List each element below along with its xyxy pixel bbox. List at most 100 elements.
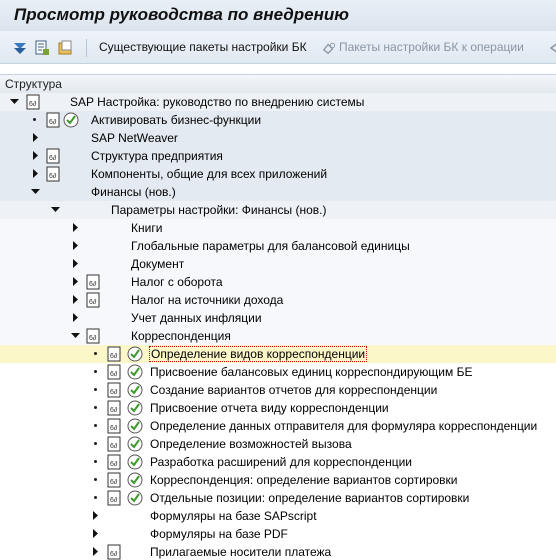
tree-node[interactable]: 6∂ Активировать бизнес-функции bbox=[0, 111, 556, 129]
tree-node[interactable]: 6∂ Прилагаемые носители платежа bbox=[0, 543, 556, 560]
collapsed-arrow-icon[interactable] bbox=[91, 529, 100, 538]
tree-node-label[interactable]: Определение возможностей вызова bbox=[150, 437, 352, 451]
tree-node[interactable]: 6∂ Присвоение балансовых единиц корреспо… bbox=[0, 363, 556, 381]
execute-check-icon[interactable] bbox=[127, 436, 143, 452]
collapsed-arrow-icon[interactable] bbox=[31, 169, 40, 178]
documentation-icon[interactable] bbox=[58, 40, 74, 56]
documentation-doc-icon[interactable]: 6∂ bbox=[107, 436, 121, 452]
documentation-doc-icon[interactable]: 6∂ bbox=[86, 328, 100, 344]
find-icon[interactable] bbox=[34, 40, 50, 56]
tree-node-label[interactable]: Компоненты, общие для всех приложений bbox=[91, 167, 327, 181]
tree-node-label[interactable]: Отдельные позиции: определение вариантов… bbox=[150, 491, 469, 505]
tree-node-label[interactable]: Документ bbox=[131, 257, 184, 271]
collapsed-arrow-icon[interactable] bbox=[91, 511, 100, 520]
execute-check-icon[interactable] bbox=[127, 346, 143, 362]
documentation-doc-icon[interactable]: 6∂ bbox=[107, 418, 121, 434]
execute-check-icon[interactable] bbox=[127, 490, 143, 506]
tree-node[interactable]: Формуляры на базе SAPscript bbox=[0, 507, 556, 525]
tree-node[interactable]: 6∂ Создание вариантов отчетов для коррес… bbox=[0, 381, 556, 399]
expanded-arrow-icon[interactable] bbox=[51, 205, 60, 214]
tree-node[interactable]: 6∂ Налог на источники дохода bbox=[0, 291, 556, 309]
documentation-doc-icon[interactable]: 6∂ bbox=[86, 274, 100, 290]
execute-check-icon[interactable] bbox=[127, 454, 143, 470]
tree-node-label[interactable]: Книги bbox=[131, 221, 162, 235]
bc-sets-to-operation-button[interactable]: Пакеты настройки БК к операции bbox=[339, 40, 524, 54]
documentation-doc-icon[interactable]: 6∂ bbox=[46, 112, 60, 128]
documentation-doc-icon[interactable]: 6∂ bbox=[107, 472, 121, 488]
tree-node-label[interactable]: Параметры настройки: Финансы (нов.) bbox=[111, 203, 326, 217]
documentation-doc-icon[interactable]: 6∂ bbox=[107, 490, 121, 506]
tree-node-label[interactable]: Формуляры на базе SAPscript bbox=[150, 509, 317, 523]
tree-node-label[interactable]: Глобальные параметры для балансовой един… bbox=[131, 239, 410, 253]
tree-node[interactable]: SAP NetWeaver bbox=[0, 129, 556, 147]
tree-node[interactable]: Глобальные параметры для балансовой един… bbox=[0, 237, 556, 255]
tree-node[interactable]: Формуляры на базе PDF bbox=[0, 525, 556, 543]
expand-subtree-icon[interactable] bbox=[12, 40, 28, 56]
existing-bc-sets-button[interactable]: Существующие пакеты настройки БК bbox=[99, 40, 307, 54]
tree-node-label[interactable]: Налог с оборота bbox=[131, 275, 223, 289]
tree-node[interactable]: 6∂ SAP Настройка: руководство по внедрен… bbox=[0, 93, 556, 111]
tree-node-label[interactable]: Формуляры на базе PDF bbox=[150, 527, 288, 541]
execute-check-icon[interactable] bbox=[127, 400, 143, 416]
tree-node-label[interactable]: Активировать бизнес-функции bbox=[91, 113, 261, 127]
tree-node-label[interactable]: Определение данных отправителя для форму… bbox=[150, 419, 537, 433]
execute-check-icon[interactable] bbox=[127, 364, 143, 380]
tree-node[interactable]: Параметры настройки: Финансы (нов.) bbox=[0, 201, 556, 219]
collapsed-arrow-icon[interactable] bbox=[71, 313, 80, 322]
documentation-doc-icon[interactable]: 6∂ bbox=[107, 382, 121, 398]
tree-node[interactable]: 6∂ Определение данных отправителя для фо… bbox=[0, 417, 556, 435]
tree-node-label[interactable]: Определение видов корреспонденции bbox=[148, 346, 368, 362]
documentation-doc-icon[interactable]: 6∂ bbox=[86, 292, 100, 308]
expanded-arrow-icon[interactable] bbox=[71, 331, 80, 340]
documentation-doc-icon[interactable]: 6∂ bbox=[107, 544, 121, 560]
tree-node-label[interactable]: Создание вариантов отчетов для корреспон… bbox=[150, 383, 437, 397]
execute-check-icon[interactable] bbox=[127, 382, 143, 398]
tree-node-selected[interactable]: 6∂ Определение видов корреспонденции bbox=[0, 345, 556, 363]
tree-node[interactable]: 6∂ Отдельные позиции: определение вариан… bbox=[0, 489, 556, 507]
collapsed-arrow-icon[interactable] bbox=[91, 547, 100, 556]
tree-node-label[interactable]: Корреспонденция: определение вариантов с… bbox=[150, 473, 458, 487]
tree-node[interactable]: Финансы (нов.) bbox=[0, 183, 556, 201]
documentation-doc-icon[interactable]: 6∂ bbox=[107, 400, 121, 416]
tree-node[interactable]: 6∂ Разработка расширений для корреспонде… bbox=[0, 453, 556, 471]
collapsed-arrow-icon[interactable] bbox=[71, 277, 80, 286]
tree-node-label[interactable]: Налог на источники дохода bbox=[131, 293, 283, 307]
tree-node-label[interactable]: SAP NetWeaver bbox=[91, 131, 178, 145]
documentation-doc-icon[interactable]: 6∂ bbox=[46, 166, 60, 182]
tree-node[interactable]: Книги bbox=[0, 219, 556, 237]
collapsed-arrow-icon[interactable] bbox=[71, 223, 80, 232]
execute-check-icon[interactable] bbox=[63, 112, 79, 128]
tree-node[interactable]: 6∂ Налог с оборота bbox=[0, 273, 556, 291]
collapsed-arrow-icon[interactable] bbox=[31, 151, 40, 160]
tree-node[interactable]: 6∂ Структура предприятия bbox=[0, 147, 556, 165]
tree-node[interactable]: 6∂ Компоненты, общие для всех приложений bbox=[0, 165, 556, 183]
tree-node-label[interactable]: Учет данных инфляции bbox=[131, 311, 262, 325]
documentation-doc-icon[interactable]: 6∂ bbox=[107, 454, 121, 470]
collapsed-arrow-icon[interactable] bbox=[31, 133, 40, 142]
structure-tree[interactable]: 6∂ SAP Настройка: руководство по внедрен… bbox=[0, 93, 556, 560]
documentation-doc-icon[interactable]: 6∂ bbox=[107, 364, 121, 380]
tree-node[interactable]: Документ bbox=[0, 255, 556, 273]
more-icon[interactable] bbox=[548, 41, 556, 55]
tree-node-label[interactable]: Присвоение отчета виду корреспонденции bbox=[150, 401, 389, 415]
collapsed-arrow-icon[interactable] bbox=[71, 241, 80, 250]
execute-check-icon[interactable] bbox=[127, 472, 143, 488]
tree-node-label[interactable]: SAP Настройка: руководство по внедрению … bbox=[70, 95, 364, 109]
tree-node[interactable]: 6∂ Присвоение отчета виду корреспонденци… bbox=[0, 399, 556, 417]
expanded-arrow-icon[interactable] bbox=[10, 97, 19, 106]
tree-node-label[interactable]: Структура предприятия bbox=[91, 149, 223, 163]
documentation-doc-icon[interactable]: 6∂ bbox=[26, 94, 40, 110]
tree-node[interactable]: 6∂ Корреспонденция bbox=[0, 327, 556, 345]
documentation-doc-icon[interactable]: 6∂ bbox=[46, 148, 60, 164]
tree-node[interactable]: 6∂ Корреспонденция: определение варианто… bbox=[0, 471, 556, 489]
tree-node-label[interactable]: Прилагаемые носители платежа bbox=[150, 545, 331, 559]
tree-node-label[interactable]: Финансы (нов.) bbox=[91, 185, 176, 199]
expanded-arrow-icon[interactable] bbox=[31, 187, 40, 196]
collapsed-arrow-icon[interactable] bbox=[71, 259, 80, 268]
execute-check-icon[interactable] bbox=[127, 418, 143, 434]
collapsed-arrow-icon[interactable] bbox=[71, 295, 80, 304]
tree-node[interactable]: Учет данных инфляции bbox=[0, 309, 556, 327]
tree-node-label[interactable]: Разработка расширений для корреспонденци… bbox=[150, 455, 412, 469]
tree-node-label[interactable]: Присвоение балансовых единиц корреспонди… bbox=[150, 365, 472, 379]
tree-node-label[interactable]: Корреспонденция bbox=[131, 329, 231, 343]
